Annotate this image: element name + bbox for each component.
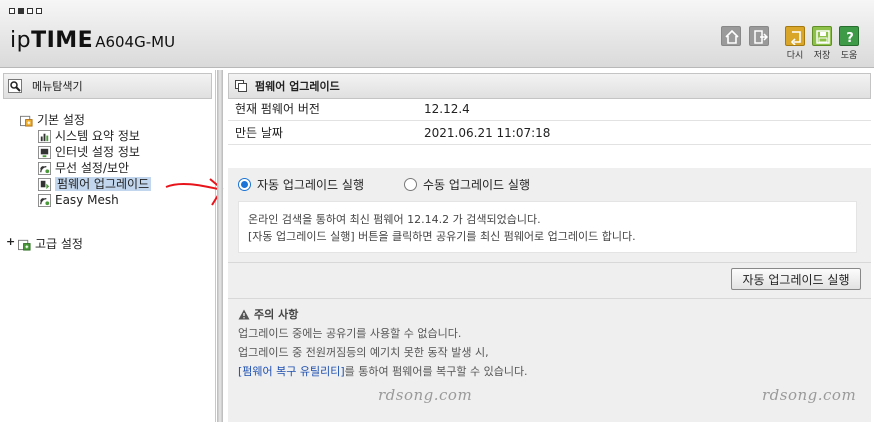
logout-icon xyxy=(754,30,768,44)
monitor-icon xyxy=(38,145,51,159)
message-line: [자동 업그레이드 실행] 버튼을 클릭하면 공유기를 최신 펌웨어로 업그레이… xyxy=(248,230,636,243)
menu-explorer-header: 메뉴탐색기 xyxy=(3,73,212,99)
panel-splitter[interactable] xyxy=(217,70,223,422)
retry-button[interactable] xyxy=(785,26,805,46)
caution-notes: 주의 사항 업그레이드 중에는 공유기를 사용할 수 없습니다. 업그레이드 중… xyxy=(238,305,528,381)
help-label: 도움 xyxy=(840,51,858,61)
folder-open-icon xyxy=(20,115,33,127)
window-icon xyxy=(235,80,247,92)
recovery-utility-link[interactable]: [펌웨어 복구 유틸리티] xyxy=(238,365,345,378)
sidebar-item-firmware[interactable]: 펌웨어 업그레이드 xyxy=(38,177,152,191)
bar-chart-icon xyxy=(38,129,51,143)
current-version-label: 현재 펌웨어 버전 xyxy=(235,102,320,116)
save-button[interactable] xyxy=(812,26,832,46)
caution-line: [펌웨어 복구 유틸리티]를 통하여 펌웨어를 복구할 수 있습니다. xyxy=(238,362,528,381)
caution-title: 주의 사항 xyxy=(238,305,528,324)
tree-group-basic-label: 기본 설정 xyxy=(37,113,85,127)
run-auto-upgrade-button[interactable]: 자동 업그레이드 실행 xyxy=(731,268,861,290)
svg-text:?: ? xyxy=(846,31,854,45)
sidebar-item-system-summary[interactable]: 시스템 요약 정보 xyxy=(38,129,140,143)
sidebar-item-label: 인터넷 설정 정보 xyxy=(55,145,140,159)
caution-line: 업그레이드 중 전원꺼짐등의 예기치 못한 동작 발생 시, xyxy=(238,346,489,359)
retry-icon xyxy=(790,31,801,45)
caution-line: 업그레이드 중에는 공유기를 사용할 수 없습니다. xyxy=(238,327,462,340)
folder-closed-icon xyxy=(18,239,31,251)
manual-upgrade-radio[interactable] xyxy=(404,178,417,191)
brand-logo: ipTIME xyxy=(10,28,94,53)
sidebar-item-easy-mesh[interactable]: Easy Mesh xyxy=(38,193,119,207)
build-date-value: 2021.06.21 11:07:18 xyxy=(424,125,551,140)
tree-group-advanced-label: 고급 설정 xyxy=(35,237,83,251)
save-icon xyxy=(816,30,830,44)
mesh-icon xyxy=(38,193,51,207)
sidebar-item-internet[interactable]: 인터넷 설정 정보 xyxy=(38,145,140,159)
window-menu-icon xyxy=(9,8,47,18)
expand-toggle[interactable]: + xyxy=(6,235,15,248)
content-header: 펌웨어 업그레이드 xyxy=(228,73,871,99)
build-date-row: 만든 날짜 2021.06.21 11:07:18 xyxy=(228,121,871,145)
home-button[interactable] xyxy=(721,26,741,46)
upgrade-message: 온라인 검색을 통하여 최신 펌웨어 12.14.2 가 검색되었습니다. [자… xyxy=(238,201,857,253)
sidebar-item-label: Easy Mesh xyxy=(55,193,119,207)
help-button[interactable]: ? xyxy=(839,26,859,46)
sidebar-item-label: 펌웨어 업그레이드 xyxy=(55,177,152,191)
page-title: 펌웨어 업그레이드 xyxy=(255,80,340,93)
tree-group-basic[interactable]: 기본 설정 xyxy=(20,113,85,127)
caution-line-rest: 를 통하여 펌웨어를 복구할 수 있습니다. xyxy=(344,365,528,378)
current-version-value: 12.12.4 xyxy=(424,101,470,116)
upgrade-section: 자동 업그레이드 실행 수동 업그레이드 실행 온라인 검색을 통하여 최신 펌… xyxy=(228,168,871,422)
auto-upgrade-radio[interactable] xyxy=(238,178,251,191)
menu-explorer-title: 메뉴탐색기 xyxy=(32,80,83,93)
divider xyxy=(228,298,871,299)
save-label: 저장 xyxy=(813,51,831,61)
warning-icon xyxy=(238,309,250,320)
model-name: A604G-MU xyxy=(95,33,176,51)
upgrade-mode-options: 자동 업그레이드 실행 수동 업그레이드 실행 xyxy=(238,176,530,193)
wireless-icon xyxy=(38,161,51,175)
magnifier-icon xyxy=(8,79,22,93)
divider xyxy=(228,262,871,263)
current-version-row: 현재 펌웨어 버전 12.12.4 xyxy=(228,97,871,121)
sidebar-item-label: 시스템 요약 정보 xyxy=(55,129,140,143)
sidebar-item-label: 무선 설정/보안 xyxy=(55,161,130,175)
brand: ipTIME A604G-MU xyxy=(10,28,175,53)
logout-button[interactable] xyxy=(749,26,769,46)
watermark: rdsong.com xyxy=(762,386,857,404)
message-line: 온라인 검색을 통하여 최신 펌웨어 12.14.2 가 검색되었습니다. xyxy=(248,213,541,226)
tree-group-advanced[interactable]: 고급 설정 xyxy=(18,237,83,251)
manual-upgrade-label[interactable]: 수동 업그레이드 실행 xyxy=(423,176,530,193)
content-panel: 펌웨어 업그레이드 현재 펌웨어 버전 12.12.4 만든 날짜 2021.0… xyxy=(225,70,874,422)
home-icon xyxy=(725,29,739,44)
watermark: rdsong.com xyxy=(378,386,473,404)
caution-title-text: 주의 사항 xyxy=(254,308,299,321)
sidebar-item-wireless[interactable]: 무선 설정/보안 xyxy=(38,161,129,175)
firmware-icon xyxy=(38,177,51,191)
build-date-label: 만든 날짜 xyxy=(235,126,283,140)
retry-label: 다시 xyxy=(786,51,804,61)
help-icon: ? xyxy=(846,31,854,45)
top-header: ipTIME A604G-MU 다시 저장 ? 도움 xyxy=(0,0,874,68)
auto-upgrade-label[interactable]: 자동 업그레이드 실행 xyxy=(257,176,364,193)
menu-explorer-panel: 메뉴탐색기 기본 설정 시스템 요약 정보 인터넷 설정 정보 무선 설정/보안… xyxy=(0,70,216,422)
